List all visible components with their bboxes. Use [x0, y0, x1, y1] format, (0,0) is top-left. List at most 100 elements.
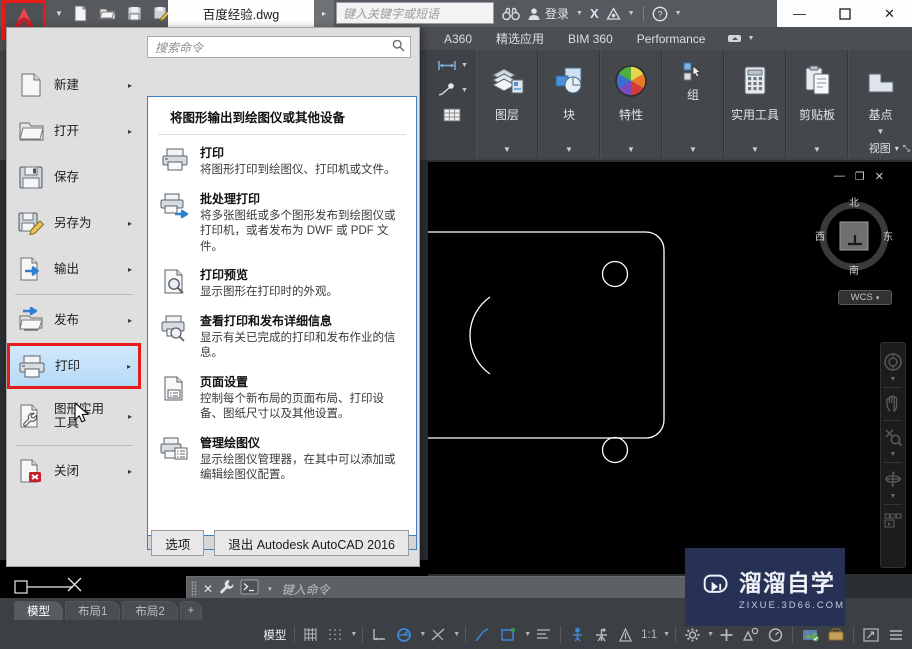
- app-menu-item-publish[interactable]: 发布 ▸: [7, 297, 141, 343]
- layout-tab-model[interactable]: 模型: [14, 601, 63, 620]
- ribbon-panel-block[interactable]: 块 ▼: [538, 50, 600, 158]
- ribbon-panel-group[interactable]: 组 ▼: [662, 50, 724, 158]
- dimension-tool-row[interactable]: ▼: [436, 54, 468, 76]
- leader-tool-row[interactable]: ▼: [436, 79, 468, 101]
- ribbon-panel-basepoint[interactable]: 基点 ▼ 视图 ▾ ⤡: [848, 50, 912, 158]
- layout-tab-add-button[interactable]: +: [179, 601, 202, 620]
- qat-new-button[interactable]: [67, 1, 93, 26]
- sign-in-button[interactable]: 登录: [525, 0, 571, 27]
- autodesk-chevron-down-icon[interactable]: ▼: [626, 10, 637, 17]
- maximize-window-button[interactable]: [822, 0, 867, 27]
- document-tab-next-icon[interactable]: ▸: [314, 0, 334, 27]
- basepoint-panel-expand-icon[interactable]: ▼: [877, 127, 885, 136]
- ucs-chevron-down-icon[interactable]: ▼: [522, 631, 531, 638]
- add-toolbar-icon[interactable]: [715, 623, 738, 647]
- graphics-perf-icon[interactable]: [798, 623, 823, 647]
- layers-panel-expand-icon[interactable]: ▼: [503, 145, 511, 154]
- app-menu-item-print[interactable]: 打印 ▸: [7, 343, 141, 389]
- utilities-panel-expand-icon[interactable]: ▼: [751, 145, 759, 154]
- help-icon[interactable]: ?: [650, 0, 670, 27]
- app-menu-entry-plot-preview[interactable]: 打印预览 显示图形在打印时的外观。: [148, 257, 416, 303]
- infocenter-search-input[interactable]: 键入关键字或短语: [336, 2, 494, 24]
- zoom-extents-icon[interactable]: [882, 425, 904, 449]
- ortho-mode-icon[interactable]: [368, 623, 391, 647]
- qat-open-button[interactable]: [94, 1, 120, 26]
- layout-tab-layout1[interactable]: 布局1: [65, 601, 121, 620]
- annotation-scale-value[interactable]: 1:1: [638, 623, 660, 647]
- ribbon-minimize-icon[interactable]: ▼: [727, 33, 754, 44]
- ribbon-view-expand-icon[interactable]: ⤡: [903, 143, 910, 154]
- exit-autocad-button[interactable]: 退出 Autodesk AutoCAD 2016: [214, 530, 409, 556]
- drawing-canvas[interactable]: — ❐ ✕ 北 南 东 西 WCS ▾ ▼ ▼ ▼: [428, 162, 912, 574]
- app-menu-item-save[interactable]: 保存: [7, 154, 141, 200]
- fullscreen-icon[interactable]: [859, 623, 883, 647]
- status-model-label[interactable]: 模型: [260, 623, 289, 647]
- autodesk-triangle-icon[interactable]: [604, 0, 623, 27]
- steering-wheel-chevron-icon[interactable]: ▼: [890, 376, 897, 383]
- app-menu-item-open[interactable]: 打开 ▸: [7, 108, 141, 154]
- command-line-close-icon[interactable]: ✕: [203, 582, 213, 596]
- ribbon-panel-layers[interactable]: 图层 ▼: [476, 50, 538, 158]
- annotation-scale-person-icon[interactable]: [566, 623, 589, 647]
- qat-save-button[interactable]: [121, 1, 147, 26]
- app-menu-item-save-as[interactable]: 另存为 ▸: [7, 200, 141, 246]
- viewcube[interactable]: 北 南 东 西: [812, 194, 896, 278]
- showmotion-icon[interactable]: [882, 509, 904, 533]
- app-menu-entry-plot[interactable]: 打印 将图形打印到绘图仪、打印机或文件。: [148, 135, 416, 181]
- viewport-close-icon[interactable]: ✕: [875, 170, 884, 183]
- command-input[interactable]: 键入命令: [278, 581, 739, 598]
- ribbon-panel-utilities[interactable]: 实用工具 ▼: [724, 50, 786, 158]
- app-menu-entry-page-setup[interactable]: 页面设置 控制每个新布局的页面布局、打印设备、图纸尺寸以及其他设置。: [148, 364, 416, 425]
- app-menu-chevron-icon[interactable]: ▼: [52, 0, 66, 27]
- autodesk-exchange-icon[interactable]: X: [588, 0, 601, 27]
- autoscale-icon[interactable]: [590, 623, 613, 647]
- search-binoculars-icon[interactable]: [500, 0, 522, 27]
- app-menu-item-new[interactable]: 新建 ▸: [7, 62, 141, 108]
- document-tab[interactable]: 百度经验.dwg: [168, 0, 314, 27]
- isolate-objects-icon[interactable]: [739, 623, 763, 647]
- grid-display-icon[interactable]: [300, 623, 323, 647]
- ucs-icon[interactable]: [496, 623, 521, 647]
- osnap-chevron-down-icon[interactable]: ▼: [451, 631, 460, 638]
- workspace-chevron-down-icon[interactable]: ▼: [705, 631, 714, 638]
- zoom-chevron-icon[interactable]: ▼: [890, 451, 897, 458]
- table-tool-row[interactable]: [442, 104, 462, 126]
- app-menu-item-close[interactable]: 关闭 ▸: [7, 448, 141, 494]
- ribbon-tab-performance[interactable]: Performance: [625, 27, 718, 50]
- object-snap-icon[interactable]: [427, 623, 450, 647]
- app-menu-item-export[interactable]: 输出 ▸: [7, 246, 141, 292]
- command-line-drag-handle[interactable]: [191, 581, 197, 597]
- scale-chevron-down-icon[interactable]: ▼: [661, 631, 670, 638]
- clipboard-panel-expand-icon[interactable]: ▼: [813, 145, 821, 154]
- clean-screen-icon[interactable]: [824, 623, 848, 647]
- command-line-tools-icon[interactable]: [219, 579, 234, 599]
- annotation-visibility-icon[interactable]: [532, 623, 555, 647]
- ribbon-view-chevron-down-icon[interactable]: ▾: [895, 144, 899, 153]
- block-panel-expand-icon[interactable]: ▼: [565, 145, 573, 154]
- app-menu-search-input[interactable]: 搜索命令: [147, 36, 411, 58]
- help-chevron-down-icon[interactable]: ▼: [673, 10, 684, 17]
- orbit-chevron-icon[interactable]: ▼: [890, 493, 897, 500]
- ribbon-tab-a360[interactable]: A360: [432, 27, 484, 50]
- polar-tracking-icon[interactable]: [392, 623, 416, 647]
- customization-icon[interactable]: [884, 623, 908, 647]
- wcs-selector[interactable]: WCS ▾: [838, 290, 892, 305]
- app-menu-entry-batch-plot[interactable]: 批处理打印 将多张图纸或多个图形发布到绘图仪或打印机，或者发布为 DWF 或 P…: [148, 181, 416, 258]
- ribbon-panel-properties[interactable]: 特性 ▼: [600, 50, 662, 158]
- hardware-accel-icon[interactable]: [764, 623, 787, 647]
- viewport-minimize-icon[interactable]: —: [834, 170, 845, 183]
- polar-chevron-down-icon[interactable]: ▼: [417, 631, 426, 638]
- annotation-monitor-icon[interactable]: [614, 623, 637, 647]
- app-menu-entry-plot-details[interactable]: 查看打印和发布详细信息 显示有关已完成的打印和发布作业的信息。: [148, 303, 416, 364]
- properties-panel-expand-icon[interactable]: ▼: [627, 145, 635, 154]
- ribbon-view-label[interactable]: 视图: [869, 140, 891, 156]
- osnap-tracking-icon[interactable]: [471, 623, 495, 647]
- viewport-restore-icon[interactable]: ❐: [855, 170, 865, 183]
- options-button[interactable]: 选项: [151, 530, 205, 556]
- ribbon-panel-clipboard[interactable]: 剪贴板 ▼: [786, 50, 848, 158]
- command-prompt-chevron-icon[interactable]: ▾: [268, 585, 272, 593]
- minimize-window-button[interactable]: —: [777, 0, 822, 27]
- snap-chevron-down-icon[interactable]: ▼: [348, 631, 357, 638]
- pan-hand-icon[interactable]: [882, 392, 904, 416]
- orbit-icon[interactable]: [882, 467, 904, 491]
